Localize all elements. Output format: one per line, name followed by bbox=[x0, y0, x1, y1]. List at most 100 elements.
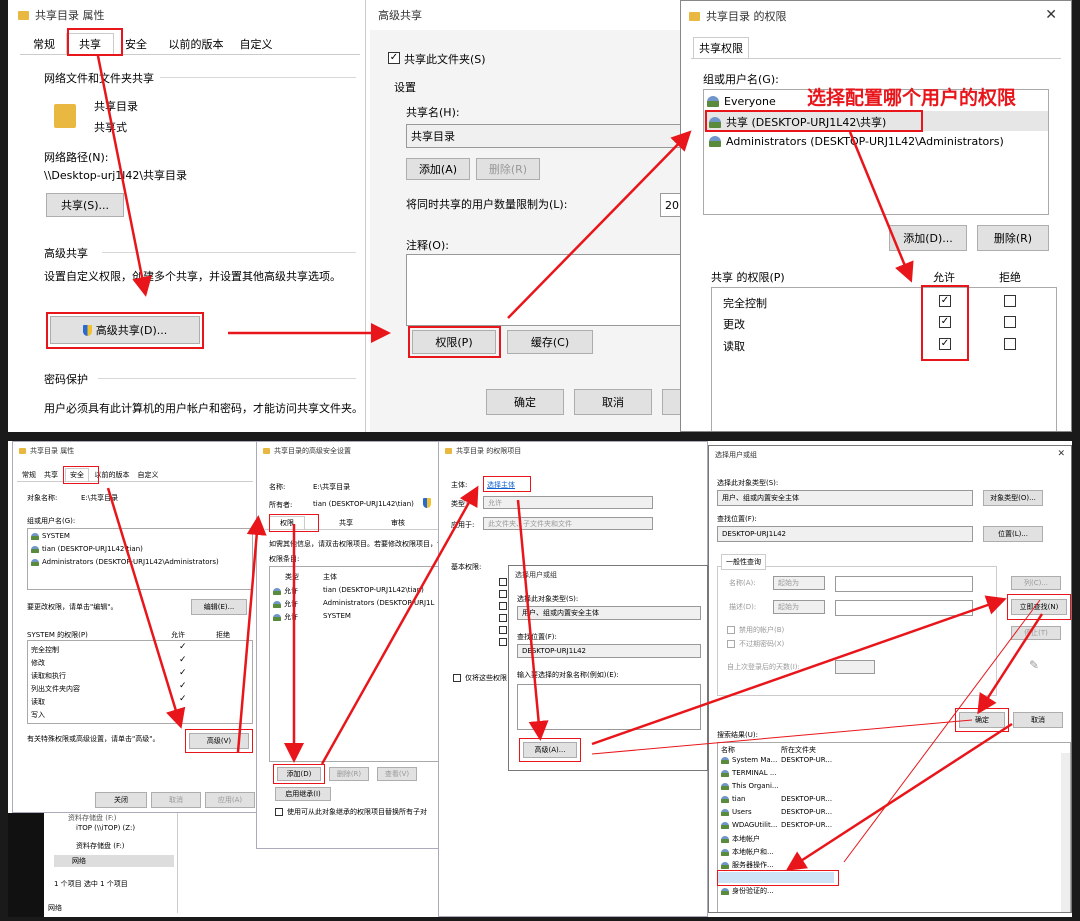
desc-starts-select[interactable]: 起始为 bbox=[773, 600, 825, 614]
result-folder: DESKTOP-UR... bbox=[781, 821, 833, 829]
share-button[interactable]: 共享(S)... bbox=[46, 193, 124, 217]
name-starts-select[interactable]: 起始为 bbox=[773, 576, 825, 590]
tab-previous[interactable]: 以前的版本 bbox=[160, 33, 232, 54]
days-select[interactable] bbox=[835, 660, 875, 674]
cache-button[interactable]: 缓存(C) bbox=[507, 330, 593, 354]
explorer-item-network[interactable]: 网络 bbox=[72, 856, 86, 866]
only-checkbox[interactable] bbox=[453, 674, 461, 682]
explorer-bottom-item[interactable]: 网络 bbox=[48, 903, 62, 913]
object-name-field[interactable] bbox=[517, 684, 701, 730]
share-folder-checkbox[interactable]: ✓ bbox=[388, 52, 400, 64]
perm-list-folder: 列出文件夹内容 bbox=[31, 685, 80, 693]
result-row[interactable]: 身份验证的... bbox=[721, 886, 774, 896]
tab-share[interactable]: 共享 bbox=[331, 516, 361, 529]
enable-inherit-button[interactable]: 启用继承(I) bbox=[275, 787, 331, 801]
add-share-button[interactable]: 添加(A) bbox=[406, 158, 470, 180]
tab-custom[interactable]: 自定义 bbox=[234, 33, 278, 54]
tab-bar: 共享权限 bbox=[691, 37, 1061, 59]
user-row-administrators[interactable]: Administrators (DESKTOP-URJ1L42\Administ… bbox=[709, 135, 1004, 148]
locations-button[interactable]: 位置(L)... bbox=[983, 526, 1043, 542]
deny-read-checkbox[interactable] bbox=[1004, 338, 1016, 350]
apply-select[interactable]: 此文件夹、子文件夹和文件 bbox=[483, 517, 653, 530]
name-input[interactable] bbox=[835, 576, 973, 592]
explorer-item[interactable]: iTOP (\\iTOP) (Z:) bbox=[76, 824, 135, 832]
explorer-status: 1 个项目 选中 1 个项目 bbox=[54, 880, 128, 888]
dialog-title: 共享目录 的权限 bbox=[706, 10, 787, 23]
delete-share-button[interactable]: 删除(R) bbox=[476, 158, 540, 180]
user-row-tian[interactable]: tian (DESKTOP-URJ1L42\tian) bbox=[31, 545, 143, 553]
cancel-button[interactable]: 取消 bbox=[151, 792, 201, 808]
perm-checkbox[interactable] bbox=[499, 602, 507, 610]
deny-header: 拒绝 bbox=[216, 631, 230, 639]
type-select[interactable]: 允许 bbox=[483, 496, 653, 509]
object-types-button[interactable]: 对象类型(O)... bbox=[983, 490, 1043, 506]
replace-checkbox[interactable] bbox=[275, 808, 283, 816]
results-scrollbar[interactable] bbox=[1061, 753, 1070, 912]
perm-change: 更改 bbox=[723, 318, 745, 331]
columns-button[interactable]: 列(C)... bbox=[1011, 576, 1061, 590]
user-row-system[interactable]: SYSTEM bbox=[31, 532, 70, 540]
perm-checkbox[interactable] bbox=[499, 626, 507, 634]
result-row[interactable]: This Organi... bbox=[721, 782, 779, 790]
result-row[interactable]: System Ma... bbox=[721, 756, 777, 764]
close-button[interactable]: 关闭 bbox=[95, 792, 147, 808]
result-row[interactable]: tian bbox=[721, 795, 745, 803]
remove-user-button[interactable]: 删除(R) bbox=[977, 225, 1049, 251]
share-name-field[interactable]: 共享目录 bbox=[406, 124, 696, 148]
explorer-item[interactable]: 资料存储盘 (F:) bbox=[76, 841, 125, 851]
result-name: WDAGUtilit... bbox=[732, 821, 778, 829]
result-name: tian bbox=[732, 795, 746, 803]
result-row[interactable]: 服务器操作... bbox=[721, 860, 774, 870]
explorer-background: 资料存储盘 (F:) iTOP (\\iTOP) (Z:) 资料存储盘 (F:)… bbox=[44, 813, 178, 913]
tab-custom[interactable]: 自定义 bbox=[135, 468, 161, 481]
share-name-label: 共享名(H): bbox=[406, 106, 460, 119]
perm-checkbox[interactable] bbox=[499, 638, 507, 646]
col-type: 类型 bbox=[285, 573, 299, 581]
folder-icon bbox=[689, 11, 700, 21]
close-icon[interactable]: ✕ bbox=[1057, 449, 1065, 459]
user-icon bbox=[721, 862, 729, 869]
desc-input[interactable] bbox=[835, 600, 973, 616]
result-row[interactable]: Users bbox=[721, 808, 752, 816]
user-row-administrators[interactable]: Administrators (DESKTOP-URJ1L42\Administ… bbox=[31, 558, 219, 566]
edit-button[interactable]: 编辑(E)... bbox=[191, 599, 247, 615]
result-row[interactable]: 本地帐户 bbox=[721, 834, 760, 844]
result-row[interactable]: TERMINAL ... bbox=[721, 769, 777, 777]
tab-general[interactable]: 常规 bbox=[26, 33, 62, 54]
tab-common-query[interactable]: 一般性查询 bbox=[721, 554, 766, 570]
add-user-button[interactable]: 添加(D)... bbox=[889, 225, 967, 251]
entry-row[interactable]: 允许 bbox=[273, 599, 298, 609]
explorer-item[interactable]: 资料存储盘 (F:) bbox=[68, 813, 117, 823]
user-row-everyone[interactable]: Everyone bbox=[707, 95, 776, 108]
type-label: 类型: bbox=[451, 500, 468, 508]
deny-change-checkbox[interactable] bbox=[1004, 316, 1016, 328]
result-row[interactable]: 本地帐户和... bbox=[721, 847, 774, 857]
cancel-button[interactable]: 取消 bbox=[1013, 712, 1063, 728]
tab-share-permissions[interactable]: 共享权限 bbox=[693, 37, 749, 58]
cancel-button[interactable]: 取消 bbox=[574, 389, 652, 415]
user-limit-label: 将同时共享的用户数量限制为(L): bbox=[406, 198, 568, 211]
tab-sharing[interactable]: 共享 bbox=[41, 468, 61, 481]
entry-row[interactable]: 允许 bbox=[273, 586, 298, 596]
highlight-share-row bbox=[717, 870, 839, 886]
entry-row[interactable]: 允许 bbox=[273, 612, 298, 622]
noexp-checkbox[interactable] bbox=[727, 640, 735, 648]
advanced-security-window: 共享目录的高级安全设置 名称: E:\共享目录 所有者: tian (DESKT… bbox=[256, 441, 452, 849]
perm-checkbox[interactable] bbox=[499, 614, 507, 622]
remove-entry-button[interactable]: 删除(R) bbox=[329, 767, 369, 781]
close-icon[interactable]: ✕ bbox=[1045, 7, 1057, 23]
perm-write: 写入 bbox=[31, 711, 45, 719]
result-row[interactable]: WDAGUtilit... bbox=[721, 821, 777, 829]
tab-general[interactable]: 常规 bbox=[19, 468, 39, 481]
title-bar: 选择用户或组 ✕ bbox=[709, 446, 1071, 464]
ok-button[interactable]: 确定 bbox=[486, 389, 564, 415]
perm-checkbox[interactable] bbox=[499, 578, 507, 586]
tab-audit[interactable]: 审核 bbox=[383, 516, 413, 529]
apply-button[interactable]: 应用(A) bbox=[205, 792, 255, 808]
disabled-checkbox[interactable] bbox=[727, 626, 735, 634]
stop-button[interactable]: 停止(T) bbox=[1011, 626, 1061, 640]
comment-field[interactable] bbox=[406, 254, 700, 326]
perm-checkbox[interactable] bbox=[499, 590, 507, 598]
view-entry-button[interactable]: 查看(V) bbox=[377, 767, 417, 781]
deny-full-checkbox[interactable] bbox=[1004, 295, 1016, 307]
